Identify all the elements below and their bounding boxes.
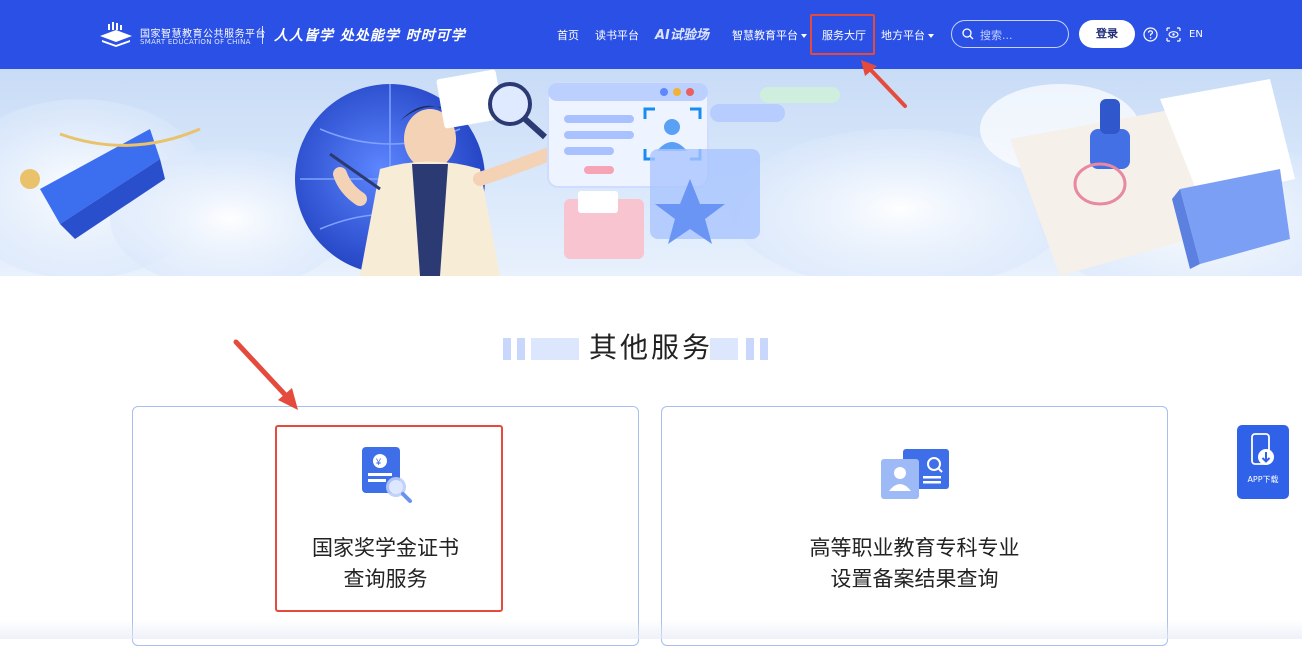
eye-care-icon[interactable] (1166, 27, 1181, 42)
search-placeholder: 搜索... (980, 29, 1013, 42)
profile-search-icon (881, 449, 949, 499)
nav-smart-education[interactable]: 智慧教育平台 (732, 27, 807, 43)
section-title: 其他服务 (588, 331, 713, 364)
nav-highlight-box (810, 14, 875, 55)
service-card-vocational-filing[interactable]: 高等职业教育专科专业 设置备案结果查询 (661, 406, 1168, 646)
card-title-line1: 高等职业教育专科专业 (809, 536, 1020, 560)
phone-download-icon (1251, 433, 1274, 465)
nav-home[interactable]: 首页 (557, 27, 579, 43)
nav-local-platform-label: 地方平台 (881, 29, 925, 42)
nav-smart-education-label: 智慧教育平台 (732, 29, 798, 42)
help-icon[interactable] (1143, 27, 1158, 42)
card-highlight-box (275, 425, 503, 612)
login-button[interactable]: 登录 (1079, 20, 1135, 48)
app-download-label: APP下载 (1247, 475, 1279, 484)
banner-illustration (0, 69, 1302, 276)
annotation-arrow-icon (233, 339, 298, 410)
search-input[interactable]: 搜索... (951, 20, 1069, 48)
language-toggle[interactable]: EN (1189, 29, 1203, 40)
slogan: 人人皆学 处处能学 时时可学 (274, 28, 466, 44)
annotation-arrow-icon (861, 60, 907, 108)
card-title-line2: 设置备案结果查询 (830, 567, 999, 591)
logo-subtitle[interactable]: SMART EDUCATION OF CHINA (140, 38, 251, 46)
chevron-down-icon (928, 34, 934, 38)
logo-book-icon[interactable] (98, 22, 134, 48)
hero-banner (0, 69, 1302, 276)
bottom-fade (0, 620, 1302, 639)
nav-ai-lab[interactable]: AI试验场 (655, 24, 709, 43)
chevron-down-icon (801, 34, 807, 38)
top-nav-bar: 国家智慧教育公共服务平台 SMART EDUCATION OF CHINA 人人… (0, 0, 1302, 69)
nav-local-platform[interactable]: 地方平台 (881, 27, 934, 43)
search-icon (962, 28, 974, 40)
nav-reading-platform[interactable]: 读书平台 (595, 27, 639, 43)
logo-divider (262, 26, 263, 44)
app-download-button[interactable]: APP下载 (1237, 425, 1289, 499)
